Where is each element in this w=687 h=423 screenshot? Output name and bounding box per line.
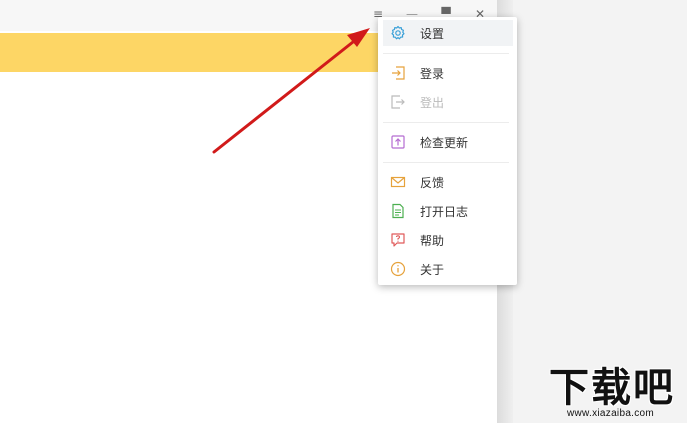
- watermark-logo: 下载吧 www.xiazaiba.com: [549, 365, 685, 422]
- watermark-url: www.xiazaiba.com: [567, 408, 655, 419]
- watermark-text: 下载吧: [549, 365, 675, 411]
- annotation-arrow: [212, 28, 370, 154]
